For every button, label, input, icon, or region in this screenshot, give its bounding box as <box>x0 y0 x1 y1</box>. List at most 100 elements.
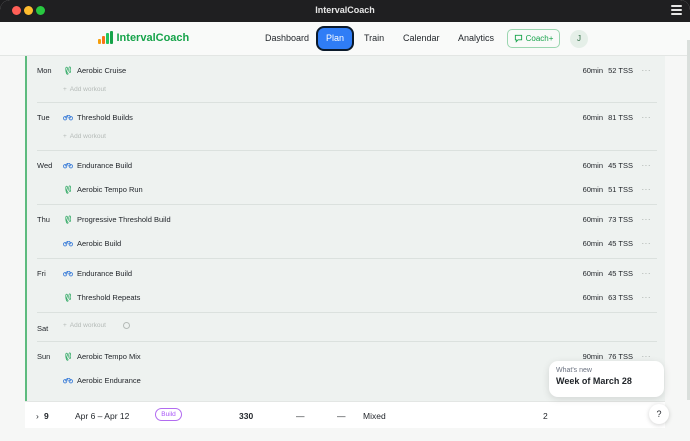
week-number: 9 <box>44 411 49 421</box>
workout-row[interactable]: Progressive Threshold Build 60min 73 TSS ··… <box>63 211 657 227</box>
workout-row[interactable]: Aerobic Cruise 60min 52 TSS ··· <box>63 62 657 78</box>
workout-row[interactable]: Endurance Build 60min 45 TSS ··· <box>63 265 657 281</box>
workout-name: Aerobic Build <box>77 238 122 248</box>
workout-row[interactable]: Threshold Builds 60min 81 TSS ··· <box>63 109 657 125</box>
workout-name: Aerobic Cruise <box>77 65 127 75</box>
day-label-fri: Fri <box>37 269 46 278</box>
day-divider <box>37 102 657 103</box>
day-label-mon: Mon <box>37 66 52 75</box>
workout-tss: 76 TSS <box>608 351 633 361</box>
coach-plus-button[interactable]: Coach+ <box>507 29 560 48</box>
whats-new-toast[interactable]: What's new Week of March 28 <box>549 361 664 397</box>
app-logo[interactable]: IntervalCoach <box>98 31 189 44</box>
menu-icon[interactable] <box>671 5 682 15</box>
week-value-2: — <box>337 411 346 421</box>
day-label-thu: Thu <box>37 215 50 224</box>
workout-name: Aerobic Tempo Mix <box>77 351 141 361</box>
nav-analytics[interactable]: Analytics <box>458 33 494 43</box>
week-type: Mixed <box>363 411 386 421</box>
workout-duration: 60min <box>582 184 603 194</box>
chat-icon <box>514 34 522 43</box>
title-bar: IntervalCoach <box>0 0 690 22</box>
workout-more-button[interactable]: ··· <box>642 293 652 302</box>
workout-more-button[interactable]: ··· <box>642 215 652 224</box>
workout-more-button[interactable]: ··· <box>642 66 652 75</box>
toast-subtitle: What's new <box>556 367 592 374</box>
week-date-range: Apr 6 – Apr 12 <box>75 411 130 421</box>
logo-bars-icon <box>98 31 113 44</box>
run-icon <box>63 65 73 75</box>
workout-more-button[interactable]: ··· <box>642 239 652 248</box>
day-label-sun: Sun <box>37 352 51 361</box>
workout-tss: 51 TSS <box>608 184 633 194</box>
logo-text: IntervalCoach <box>116 31 190 44</box>
week-tss: 330 <box>239 411 254 421</box>
run-icon <box>63 351 73 361</box>
help-button[interactable]: ? <box>649 404 669 424</box>
workout-duration: 60min <box>582 160 603 170</box>
app-window: IntervalCoach IntervalCoach Dashboard Pl… <box>0 0 690 441</box>
workout-more-button[interactable]: ··· <box>642 161 652 170</box>
add-workout-button[interactable]: + Add workout <box>63 86 106 93</box>
add-workout-label: Add workout <box>69 133 106 140</box>
workout-duration: 60min <box>582 238 603 248</box>
expand-chevron-icon[interactable]: › <box>36 411 39 421</box>
week-workout-count: 2 <box>543 411 548 421</box>
week-plan-panel: Mon Aerobic Cruise 60min 52 TSS ··· + Add work… <box>25 56 665 401</box>
day-divider <box>37 341 657 342</box>
plus-icon: + <box>63 133 67 140</box>
workout-tss: 81 TSS <box>608 112 633 122</box>
workout-name: Aerobic Tempo Run <box>77 184 143 194</box>
workout-tss: 73 TSS <box>608 214 633 224</box>
bike-icon <box>63 112 73 122</box>
week-row[interactable]: › 9 Apr 6 – Apr 12 330 — — Mixed 2 Build <box>25 401 665 428</box>
day-label-sat: Sat <box>37 324 49 333</box>
phase-badge: Build <box>155 408 182 421</box>
avatar[interactable]: J <box>570 30 588 48</box>
workout-row[interactable]: Endurance Build 60min 45 TSS ··· <box>63 157 657 173</box>
workout-duration: 60min <box>582 112 603 122</box>
workout-more-button[interactable]: ··· <box>642 113 652 122</box>
add-workout-button[interactable]: + Add workout <box>63 322 130 329</box>
rest-day-icon[interactable] <box>122 322 130 329</box>
workout-more-button[interactable]: ··· <box>642 185 652 194</box>
nav-dashboard[interactable]: Dashboard <box>265 33 309 43</box>
workout-name: Endurance Build <box>77 160 133 170</box>
workout-name: Progressive Threshold Build <box>77 214 171 224</box>
workout-row[interactable]: Aerobic Tempo Run 60min 51 TSS ··· <box>63 181 657 197</box>
day-divider <box>37 258 657 259</box>
day-divider <box>37 312 657 313</box>
workout-tss: 52 TSS <box>608 65 633 75</box>
bike-icon <box>63 375 73 385</box>
workout-more-button[interactable]: ··· <box>642 269 652 278</box>
window-title: IntervalCoach <box>315 5 375 15</box>
plus-icon: + <box>63 86 67 93</box>
workout-duration: 60min <box>582 65 603 75</box>
toast-title: Week of March 28 <box>556 376 632 386</box>
run-icon <box>63 292 73 302</box>
day-label-tue: Tue <box>37 113 50 122</box>
nav-plan[interactable]: Plan <box>318 28 352 49</box>
bike-icon <box>63 160 73 170</box>
workout-more-button[interactable]: ··· <box>642 352 652 361</box>
workout-name: Threshold Builds <box>77 112 133 122</box>
workout-duration: 60min <box>582 268 603 278</box>
day-label-wed: Wed <box>37 161 53 170</box>
bike-icon <box>63 238 73 248</box>
run-icon <box>63 184 73 194</box>
workout-name: Threshold Repeats <box>77 292 141 302</box>
workout-row[interactable]: Aerobic Build 60min 45 TSS ··· <box>63 235 657 251</box>
nav-train[interactable]: Train <box>364 33 384 43</box>
top-navbar: IntervalCoach Dashboard Plan Train Calen… <box>0 22 690 56</box>
workout-tss: 63 TSS <box>608 292 633 302</box>
day-divider <box>37 150 657 151</box>
add-workout-label: Add workout <box>69 86 106 93</box>
workout-row[interactable]: Threshold Repeats 60min 63 TSS ··· <box>63 289 657 305</box>
workout-duration: 60min <box>582 292 603 302</box>
workout-duration: 90min <box>582 351 603 361</box>
bike-icon <box>63 268 73 278</box>
workout-tss: 45 TSS <box>608 268 633 278</box>
add-workout-button[interactable]: + Add workout <box>63 133 106 140</box>
workout-tss: 45 TSS <box>608 160 633 170</box>
nav-calendar[interactable]: Calendar <box>403 33 440 43</box>
